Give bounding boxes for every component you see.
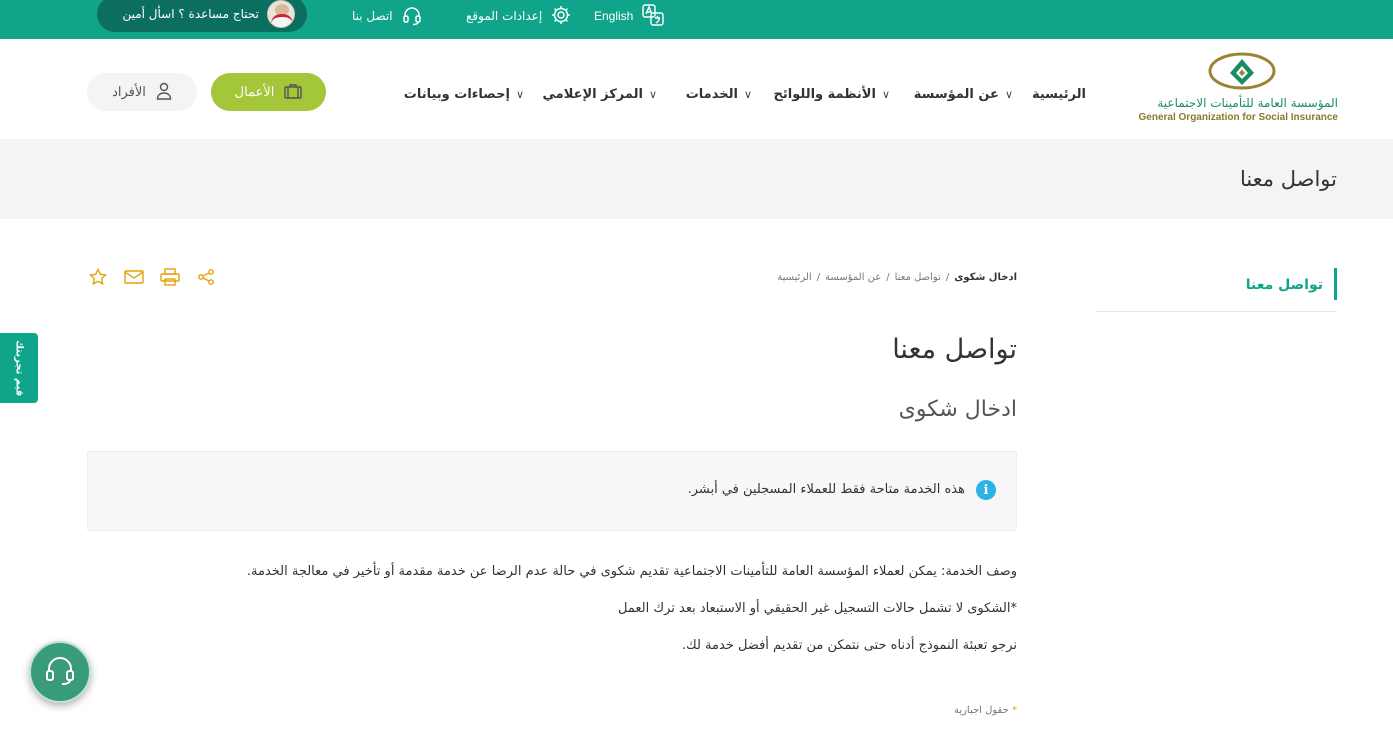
avatar [267,0,295,28]
individuals-button[interactable]: الأفراد [87,73,197,111]
complaint-exclusion-note: *الشكوى لا تشمل حالات التسجيل غير الحقيق… [618,601,1017,616]
gosi-logo[interactable]: المؤسسة العامة للتأمينات الاجتماعية Gene… [1139,49,1338,129]
page-subtitle: ادخال شكوى [898,397,1017,422]
contact-us-link[interactable]: اتصل بنا [352,0,423,32]
nav-label: الرئيسية [1031,86,1086,102]
breadcrumb-current: ادخال شكوى [954,272,1017,283]
help-text: تحتاج مساعدة ؟ اسأل أمين [122,7,259,21]
required-fields-note: * حقول اجبارية [954,705,1017,716]
business-label: الأعمال [234,84,275,99]
sidebar-item-contact-us[interactable]: تواصل معنا [1096,268,1337,312]
breadcrumb-separator: / [886,272,890,283]
info-icon: i [976,480,996,500]
mail-icon[interactable] [124,267,144,287]
briefcase-icon [284,83,303,102]
nav-item-regulations[interactable]: الأنظمة واللوائح ∨ [774,84,890,104]
page-title: تواصل معنا [892,334,1017,365]
breadcrumb-contact[interactable]: تواصل معنا [895,272,941,283]
chevron-down-icon: ∨ [743,87,752,101]
page-tools [88,267,216,287]
share-icon[interactable] [196,267,216,287]
sidebar-item-label: تواصل معنا [1245,277,1323,293]
required-label: حقول اجبارية [953,705,1009,716]
support-chat-button[interactable] [29,641,91,703]
translate-icon [641,3,665,30]
breadcrumb-about[interactable]: عن المؤسسة [825,272,881,283]
service-description: وصف الخدمة: يمكن لعملاء المؤسسة العامة ل… [246,564,1017,579]
user-icon [156,82,172,103]
logo-english-text: General Organization for Social Insuranc… [1138,112,1339,123]
top-bar: تحتاج مساعدة ؟ اسأل أمين اتصل بنا إعدادا… [0,0,1393,39]
info-notice: i هذه الخدمة متاحة فقط للعملاء المسجلين … [87,451,1017,531]
feedback-label: قيم تجربتك [13,339,25,397]
main-header: المؤسسة العامة للتأمينات الاجتماعية Gene… [0,39,1393,139]
chevron-down-icon: ∨ [648,87,657,101]
nav-item-media-center[interactable]: المركز الإعلامي ∨ [543,84,657,104]
contact-label: اتصل بنا [352,9,393,23]
page-banner: تواصل معنا [0,139,1393,219]
nav-label: عن المؤسسة [913,86,999,102]
print-icon[interactable] [160,267,180,287]
breadcrumb: الرئيسية / عن المؤسسة / تواصل معنا / ادخ… [777,272,1017,283]
notice-text: هذه الخدمة متاحة فقط للعملاء المسجلين في… [687,482,965,497]
nav-label: الأنظمة واللوائح [773,86,876,102]
logo-arabic-text: المؤسسة العامة للتأمينات الاجتماعية [1157,96,1338,110]
gear-icon [550,4,572,29]
site-settings-link[interactable]: إعدادات الموقع [466,0,572,32]
nav-item-home[interactable]: الرئيسية [1032,84,1086,104]
nav-label: المركز الإعلامي [542,86,643,102]
chevron-down-icon: ∨ [515,87,524,101]
banner-title: تواصل معنا [1239,167,1337,191]
nav-item-statistics[interactable]: إحصاءات وبيانات ∨ [404,84,524,104]
breadcrumb-home[interactable]: الرئيسية [777,272,811,283]
nav-label: الخدمات [685,86,738,102]
headset-icon [43,653,77,691]
business-button[interactable]: الأعمال [211,73,326,111]
nav-item-services[interactable]: الخدمات ∨ [686,84,752,104]
individuals-label: الأفراد [112,84,146,99]
breadcrumb-separator: / [945,272,950,283]
ask-ameen-button[interactable]: تحتاج مساعدة ؟ اسأل أمين [97,0,307,32]
chevron-down-icon: ∨ [881,87,890,101]
language-label: English [594,9,634,23]
headset-icon [401,4,423,29]
breadcrumb-separator: / [816,272,821,283]
chevron-down-icon: ∨ [1004,87,1013,101]
settings-label: إعدادات الموقع [466,9,543,23]
form-instruction: نرجو تعبئة النموذج أدناه حتى نتمكن من تق… [681,638,1017,653]
logo-mark-icon [1208,51,1276,91]
language-switch[interactable]: English [594,0,665,32]
active-indicator [1334,268,1337,300]
nav-label: إحصاءات وبيانات [403,86,510,102]
feedback-tab[interactable]: قيم تجربتك [0,333,38,403]
nav-item-about[interactable]: عن المؤسسة ∨ [914,84,1013,104]
star-icon[interactable] [88,267,108,287]
required-star: * [1012,705,1017,716]
